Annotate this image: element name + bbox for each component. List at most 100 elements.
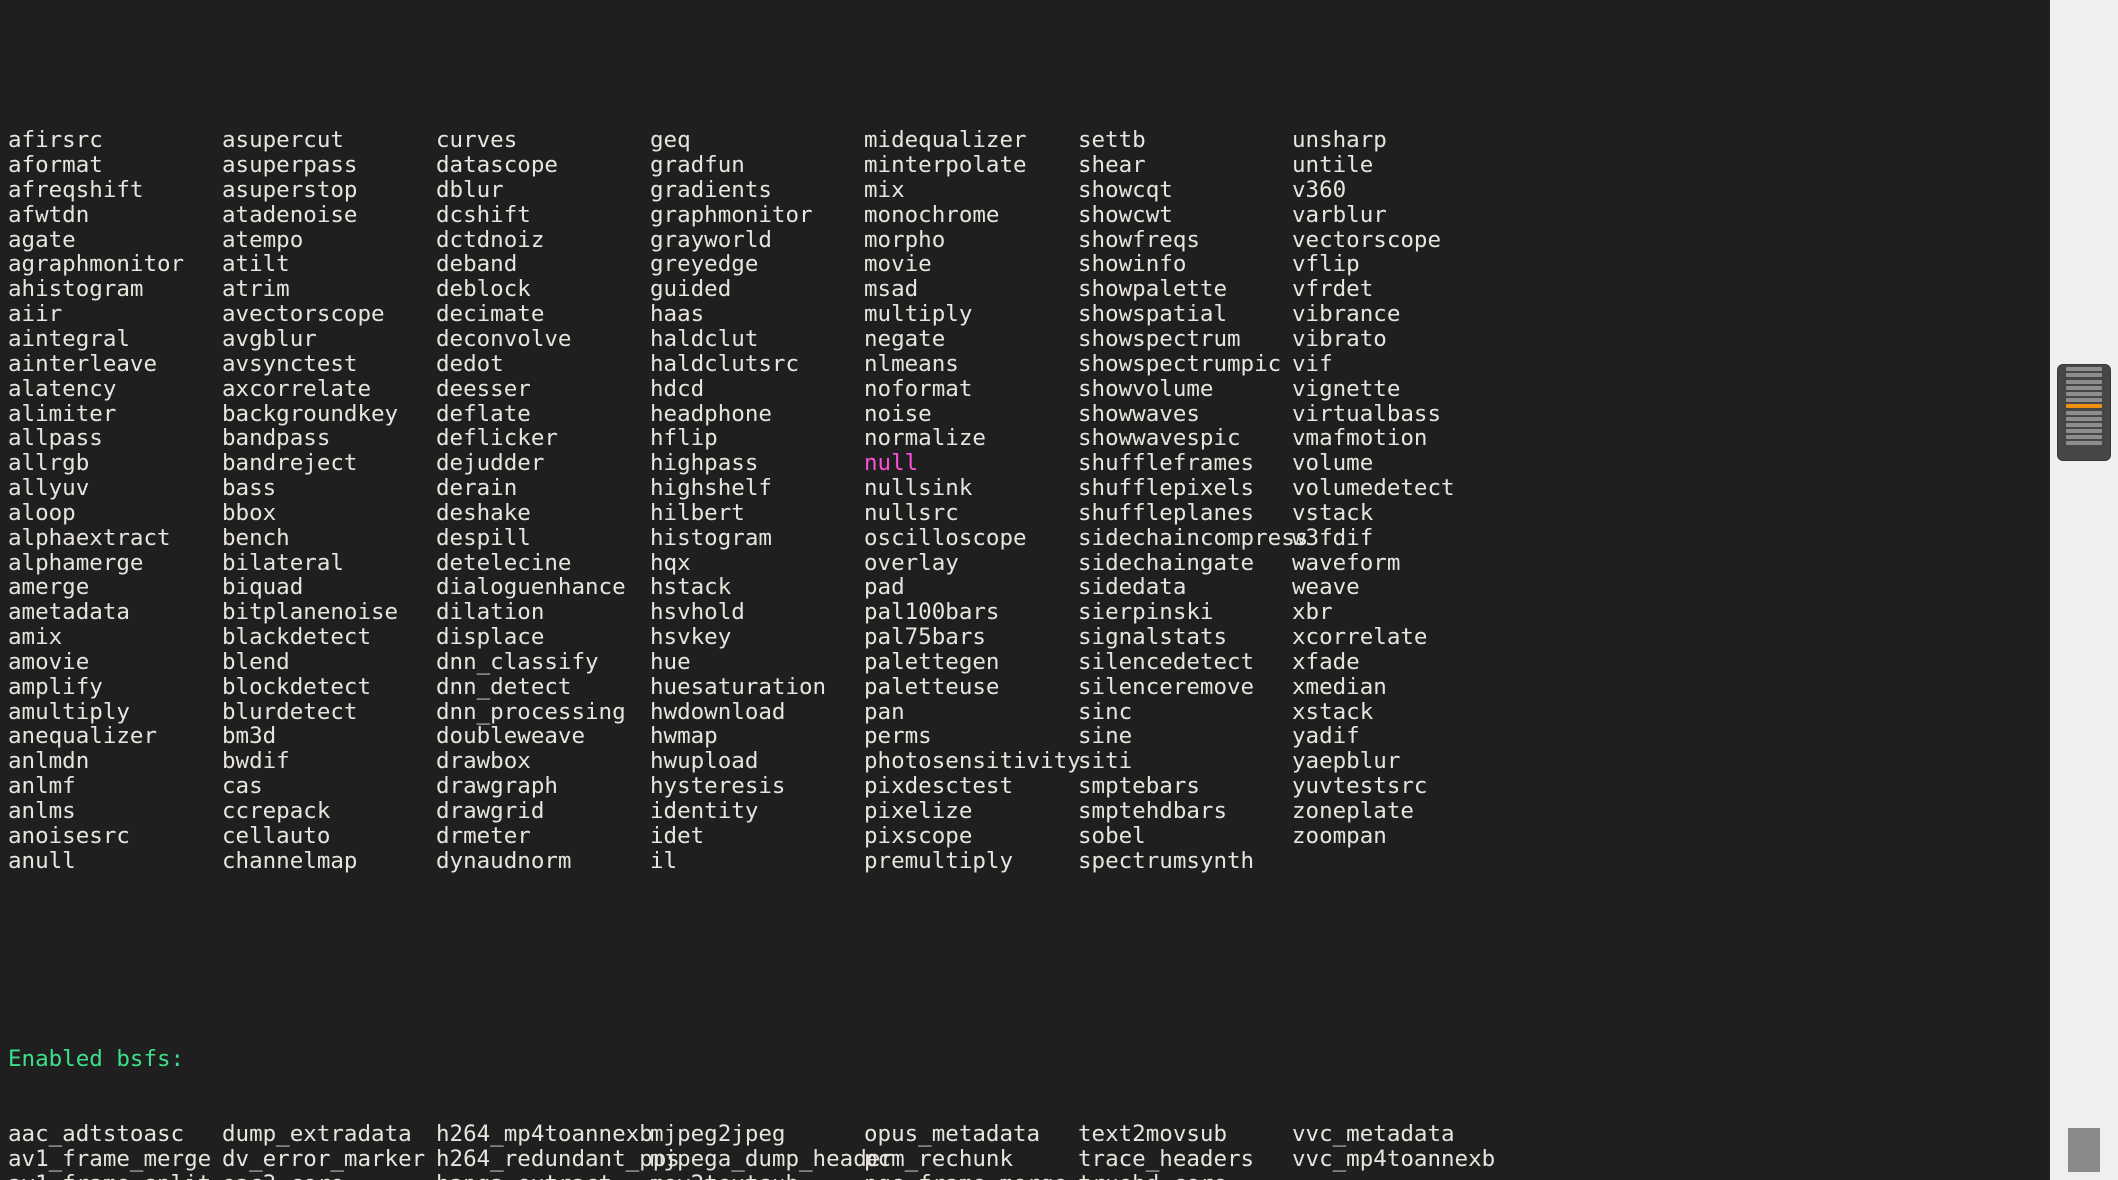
listing-row: alatencyaxcorrelatedeesserhdcdnoformatsh… [8,377,2050,402]
scrollbar-thumb[interactable] [2068,1128,2100,1172]
scrollbar-minimap-thumb[interactable] [2058,365,2110,460]
listing-item: hdcd [650,377,864,402]
listing-item: aloop [8,501,222,526]
scrollbar-gutter[interactable] [2050,0,2118,1180]
listing-item: mjpeg2jpeg [650,1122,864,1147]
listing-item: amix [8,625,222,650]
listing-item [1506,178,1720,203]
listing-item: premultiply [864,849,1078,874]
listing-item [1506,402,1720,427]
listing-row: amixblackdetectdisplacehsvkeypal75barssi… [8,625,2050,650]
listing-row: anlmsccrepackdrawgrididentitypixelizesmp… [8,799,2050,824]
listing-item: blend [222,650,436,675]
listing-item: vvc_mp4toannexb [1292,1147,1506,1172]
listing-item: overlay [864,551,1078,576]
minimap-line [2066,392,2102,396]
listing-item: showfreqs [1078,228,1292,253]
minimap-line [2066,411,2102,415]
listing-item: headphone [650,402,864,427]
listing-row: anequalizerbm3ddoubleweavehwmappermssine… [8,724,2050,749]
listing-row: anlmdnbwdifdrawboxhwuploadphotosensitivi… [8,749,2050,774]
listing-item: drmeter [436,824,650,849]
listing-item: dnn_processing [436,700,650,725]
listing-item: derain [436,476,650,501]
listing-item [1506,824,1720,849]
listing-item: palettegen [864,650,1078,675]
listing-item: showspectrumpic [1078,352,1292,377]
listing-item: smptehdbars [1078,799,1292,824]
listing-item: vvc_metadata [1292,1122,1506,1147]
listing-item [1506,451,1720,476]
listing-item: hsvhold [650,600,864,625]
listing-item: alatency [8,377,222,402]
listing-item [1506,203,1720,228]
bsfs-header: Enabled bsfs: [8,1047,2050,1072]
listing-item: dblur [436,178,650,203]
minimap-line [2066,386,2102,390]
listing-item: showcqt [1078,178,1292,203]
listing-item [1506,774,1720,799]
listing-item: haldclutsrc [650,352,864,377]
listing-row: alphamergebilateraldetelecinehqxoverlays… [8,551,2050,576]
listing-item: channelmap [222,849,436,874]
listing-row: ainterleaveavsynctestdedothaldclutsrcnlm… [8,352,2050,377]
listing-item [1506,749,1720,774]
listing-item: deblock [436,277,650,302]
listing-item: blurdetect [222,700,436,725]
listing-item: zoneplate [1292,799,1506,824]
listing-item: il [650,849,864,874]
listing-row: amultiplyblurdetectdnn_processinghwdownl… [8,700,2050,725]
listing-item: multiply [864,302,1078,327]
listing-row: aformatasuperpassdatascopegradfunminterp… [8,153,2050,178]
listing-item: doubleweave [436,724,650,749]
listing-row: aac_adtstoascdump_extradatah264_mp4toann… [8,1122,2050,1147]
listing-item: asuperstop [222,178,436,203]
listing-item: datascope [436,153,650,178]
listing-item: detelecine [436,551,650,576]
listing-item: showspectrum [1078,327,1292,352]
listing-item: cellauto [222,824,436,849]
minimap-line [2066,367,2102,371]
listing-item: curves [436,128,650,153]
listing-row: av1_frame_mergedv_error_markerh264_redun… [8,1147,2050,1172]
listing-row: amovieblenddnn_classifyhuepalettegensile… [8,650,2050,675]
listing-item [1506,650,1720,675]
listing-item: showinfo [1078,252,1292,277]
listing-item: vstack [1292,501,1506,526]
listing-row: allpassbandpassdeflickerhflipnormalizesh… [8,426,2050,451]
minimap-line [2066,398,2102,402]
listing-item: sidechaingate [1078,551,1292,576]
listing-item: showwaves [1078,402,1292,427]
listing-item: ahistogram [8,277,222,302]
listing-item: deband [436,252,650,277]
minimap-line [2066,435,2102,439]
listing-item: xfade [1292,650,1506,675]
listing-item: av1_frame_split [8,1172,222,1180]
terminal-window[interactable]: afirsrcasupercutcurvesgeqmidequalizerset… [0,0,2050,1180]
listing-item: sidechaincompress [1078,526,1292,551]
listing-item: agate [8,228,222,253]
listing-item [1506,724,1720,749]
listing-item: trace_headers [1078,1147,1292,1172]
listing-item: geq [650,128,864,153]
listing-item: showwavespic [1078,426,1292,451]
listing-item: perms [864,724,1078,749]
listing-item: asupercut [222,128,436,153]
listing-item: bbox [222,501,436,526]
listing-item: drawgrid [436,799,650,824]
listing-item: deconvolve [436,327,650,352]
listing-item [1506,153,1720,178]
listing-item: huesaturation [650,675,864,700]
minimap-line [2066,373,2102,377]
filters-list: afirsrcasupercutcurvesgeqmidequalizerset… [8,128,2050,873]
listing-row: afwtdnatadenoisedcshiftgraphmonitormonoc… [8,203,2050,228]
listing-item: allrgb [8,451,222,476]
listing-item: shufflepixels [1078,476,1292,501]
listing-item: drawgraph [436,774,650,799]
listing-item: bandpass [222,426,436,451]
listing-item: showspatial [1078,302,1292,327]
listing-item [1506,501,1720,526]
terminal-content: afirsrcasupercutcurvesgeqmidequalizerset… [0,54,2050,1180]
listing-item: unsharp [1292,128,1506,153]
listing-item [1506,526,1720,551]
